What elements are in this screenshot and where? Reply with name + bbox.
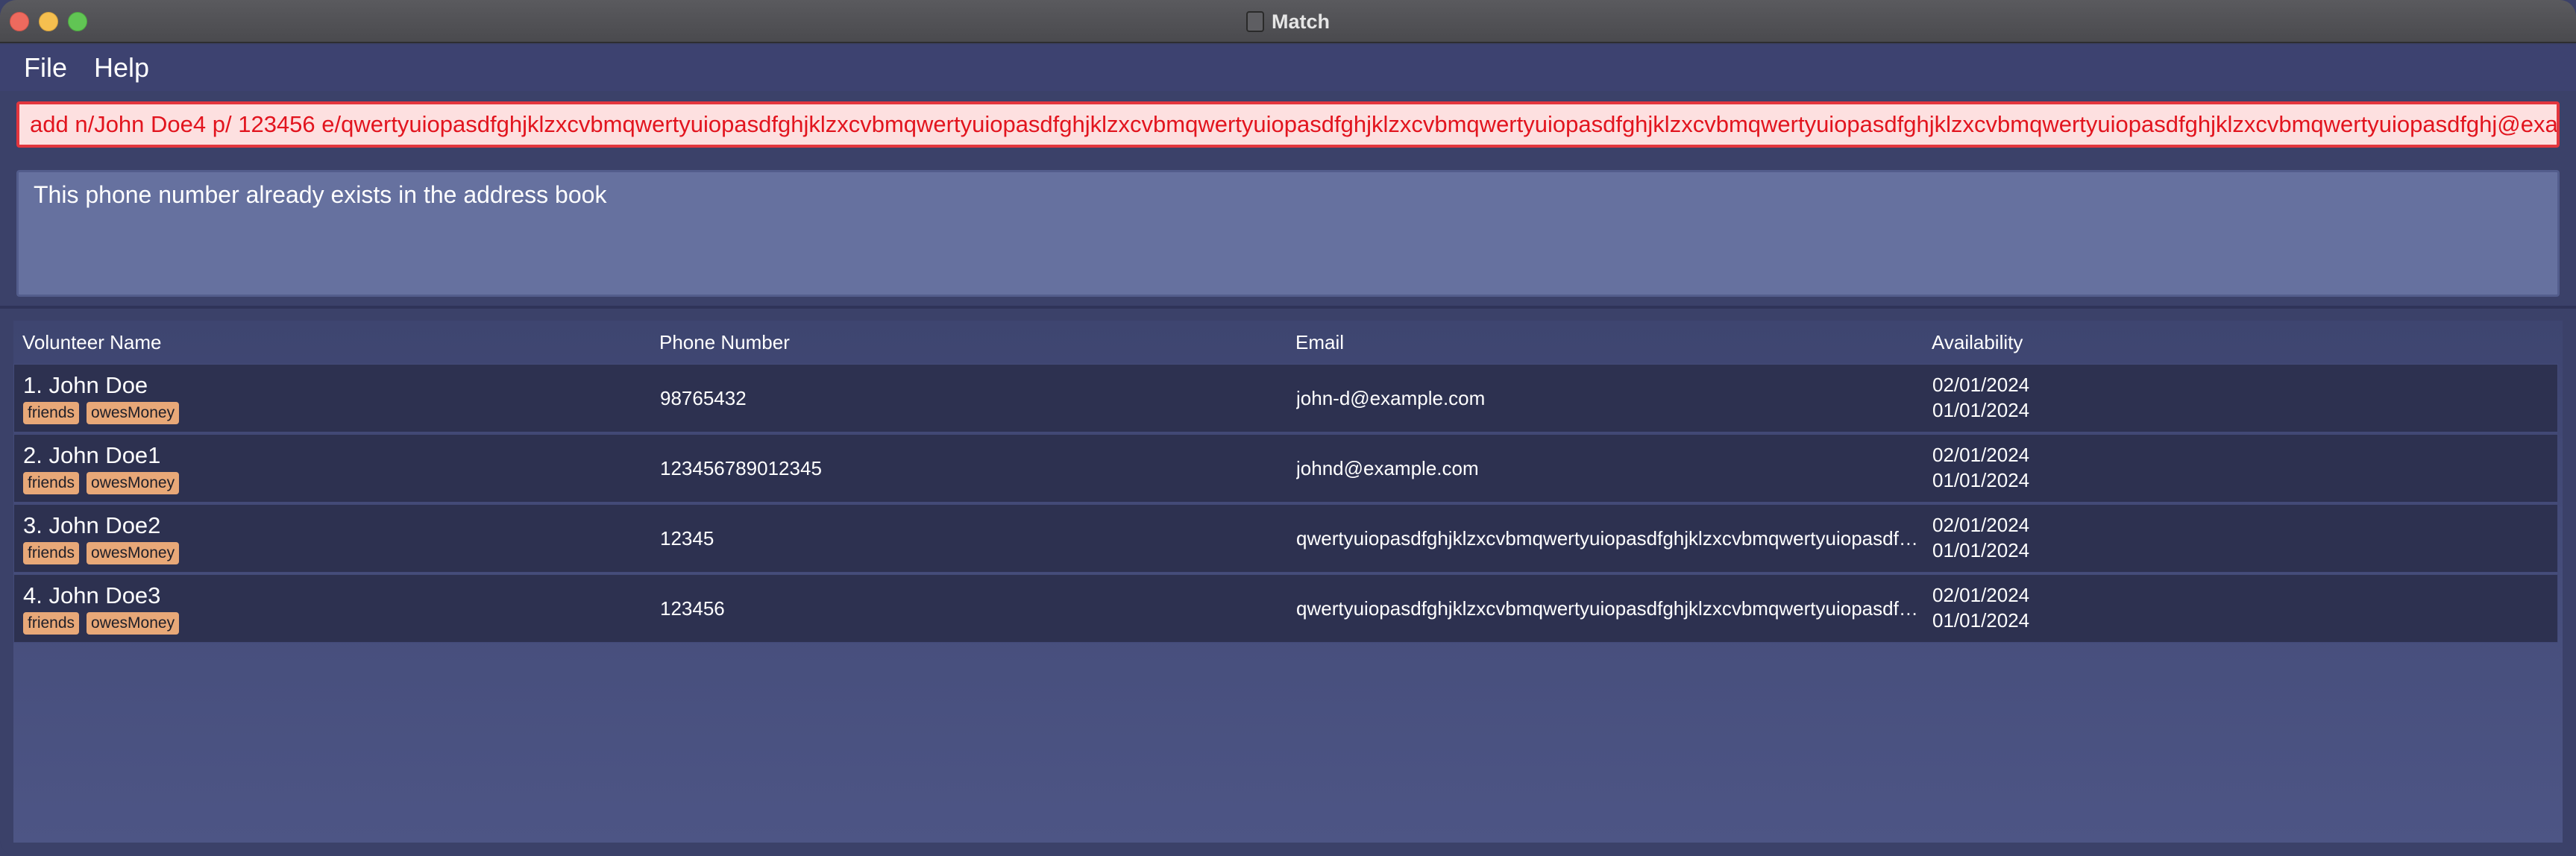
tag: friends — [23, 612, 80, 635]
header-email: Email — [1295, 331, 1345, 353]
menu-help[interactable]: Help — [94, 52, 149, 84]
table-row[interactable]: 4. John Doe3 friends owesMoney 123456 qw… — [13, 574, 2558, 643]
phone-number: 12345 — [660, 527, 714, 550]
table-row[interactable]: 1. John Doe friends owesMoney 98765432 j… — [13, 364, 2558, 432]
phone-number: 123456789012345 — [660, 457, 822, 479]
app-icon — [1245, 11, 1264, 32]
availability-date: 01/01/2024 — [1932, 539, 2030, 561]
email: johnd@example.com — [1296, 457, 1479, 479]
divider — [0, 306, 2576, 309]
tag-list: friends owesMoney — [23, 542, 180, 564]
availability: 02/01/2024 01/01/2024 — [1932, 442, 2029, 493]
table-row[interactable]: 2. John Doe1 friends owesMoney 123456789… — [13, 434, 2558, 503]
window-title: Match — [1271, 10, 1330, 33]
volunteer-name: 2. John Doe1 — [23, 442, 161, 468]
tag-list: friends owesMoney — [23, 472, 180, 494]
header-availability: Availability — [1932, 331, 2023, 353]
tag: owesMoney — [87, 612, 180, 635]
phone-number: 98765432 — [660, 387, 747, 409]
app-window: Match File Help add n/John Doe4 p/ 12345… — [0, 0, 2576, 856]
menu-file[interactable]: File — [24, 52, 67, 84]
availability-date: 01/01/2024 — [1932, 399, 2030, 421]
header-volunteer-name: Volunteer Name — [22, 331, 162, 353]
result-display: This phone number already exists in the … — [16, 170, 2560, 297]
window-title-group: Match — [0, 0, 2576, 43]
email: john-d@example.com — [1296, 387, 1486, 409]
volunteer-table: Volunteer Name Phone Number Email Availa… — [13, 321, 2563, 843]
tag-list: friends owesMoney — [23, 402, 180, 424]
table-header: Volunteer Name Phone Number Email Availa… — [13, 321, 2563, 362]
tag-list: friends owesMoney — [23, 612, 180, 635]
tag: friends — [23, 542, 80, 564]
email: qwertyuiopasdfghjklzxcvbmqwertyuiopasdfg… — [1296, 527, 1923, 550]
tag: owesMoney — [87, 402, 180, 424]
availability-date: 01/01/2024 — [1932, 469, 2030, 491]
availability-date: 02/01/2024 — [1932, 514, 2030, 536]
title-bar: Match — [0, 0, 2576, 43]
result-message: This phone number already exists in the … — [34, 181, 607, 208]
menu-bar: File Help — [0, 45, 2576, 91]
tag: friends — [23, 402, 80, 424]
volunteer-name: 1. John Doe — [23, 372, 148, 398]
availability: 02/01/2024 01/01/2024 — [1932, 512, 2029, 563]
header-phone-number: Phone Number — [659, 331, 790, 353]
availability: 02/01/2024 01/01/2024 — [1932, 372, 2029, 423]
tag: friends — [23, 472, 80, 494]
tag: owesMoney — [87, 542, 180, 564]
tag: owesMoney — [87, 472, 180, 494]
availability-date: 02/01/2024 — [1932, 584, 2030, 606]
volunteer-name: 3. John Doe2 — [23, 512, 161, 538]
availability-date: 02/01/2024 — [1932, 374, 2030, 396]
phone-number: 123456 — [660, 597, 725, 620]
availability: 02/01/2024 01/01/2024 — [1932, 582, 2029, 633]
availability-date: 01/01/2024 — [1932, 609, 2030, 632]
volunteer-name: 4. John Doe3 — [23, 582, 161, 608]
email: qwertyuiopasdfghjklzxcvbmqwertyuiopasdfg… — [1296, 597, 1923, 620]
table-row[interactable]: 3. John Doe2 friends owesMoney 12345 qwe… — [13, 504, 2558, 573]
command-input[interactable]: add n/John Doe4 p/ 123456 e/qwertyuiopas… — [16, 101, 2560, 148]
availability-date: 02/01/2024 — [1932, 444, 2030, 466]
